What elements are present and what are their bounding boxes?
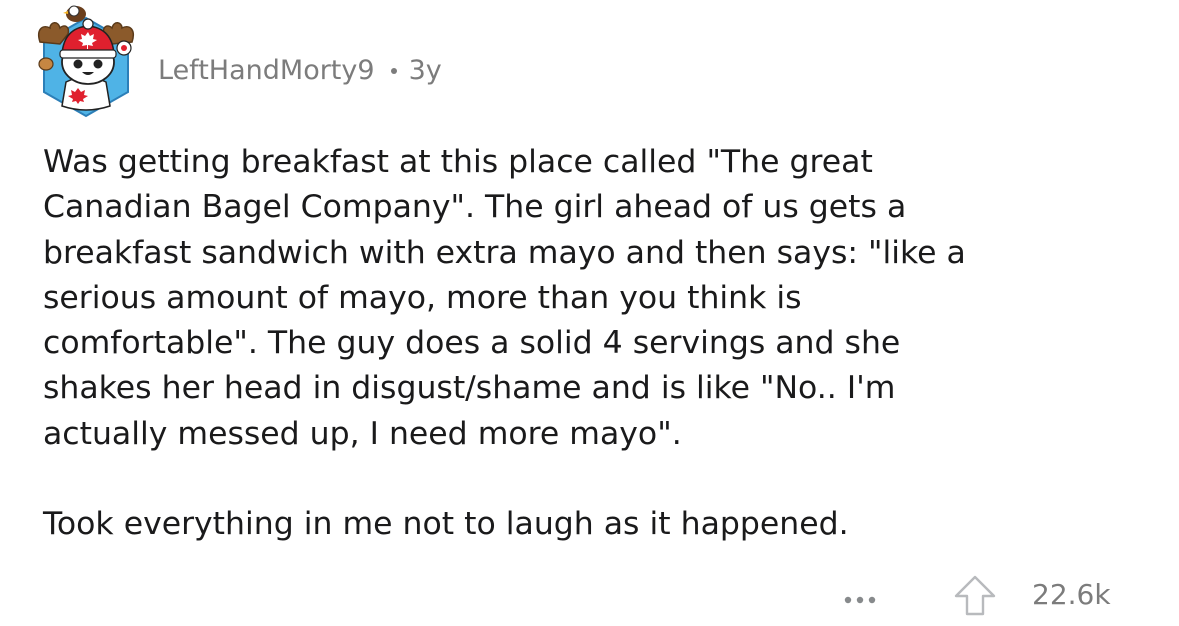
upvote-button[interactable] xyxy=(952,572,998,618)
comment-body-line: actually messed up, I need more mayo". xyxy=(43,415,682,452)
username[interactable]: LeftHandMorty9 xyxy=(158,55,375,86)
comment-body-line: Canadian Bagel Company". The girl ahead … xyxy=(43,189,907,226)
vote-score: 22.6k xyxy=(1032,578,1111,611)
comment-body-line: breakfast sandwich with extra mayo and t… xyxy=(43,234,966,271)
comment-body-line: shakes her head in disgust/shame and is … xyxy=(43,370,896,407)
more-options-button[interactable] xyxy=(838,580,888,610)
comment-age: 3y xyxy=(408,54,442,86)
comment-actions: 22.6k xyxy=(0,570,1179,620)
comment-body: Was getting breakfast at this place call… xyxy=(43,140,1153,548)
separator-dot xyxy=(390,68,397,74)
comment-body-line: serious amount of mayo, more than you th… xyxy=(43,279,802,316)
snoo-avatar-icon xyxy=(38,5,134,118)
user-avatar[interactable] xyxy=(30,2,142,118)
comment-body-line: Was getting breakfast at this place call… xyxy=(43,144,873,180)
upvote-arrow-icon xyxy=(954,575,996,616)
comment-body-line: Took everything in me not to laugh as it… xyxy=(43,506,849,543)
comment-body-line: comfortable". The guy does a solid 4 ser… xyxy=(43,325,901,362)
comment-header: LeftHandMorty9 3y xyxy=(158,50,442,90)
comment: LeftHandMorty9 3y Was getting breakfast … xyxy=(0,0,1179,626)
more-options-icon xyxy=(844,596,876,604)
